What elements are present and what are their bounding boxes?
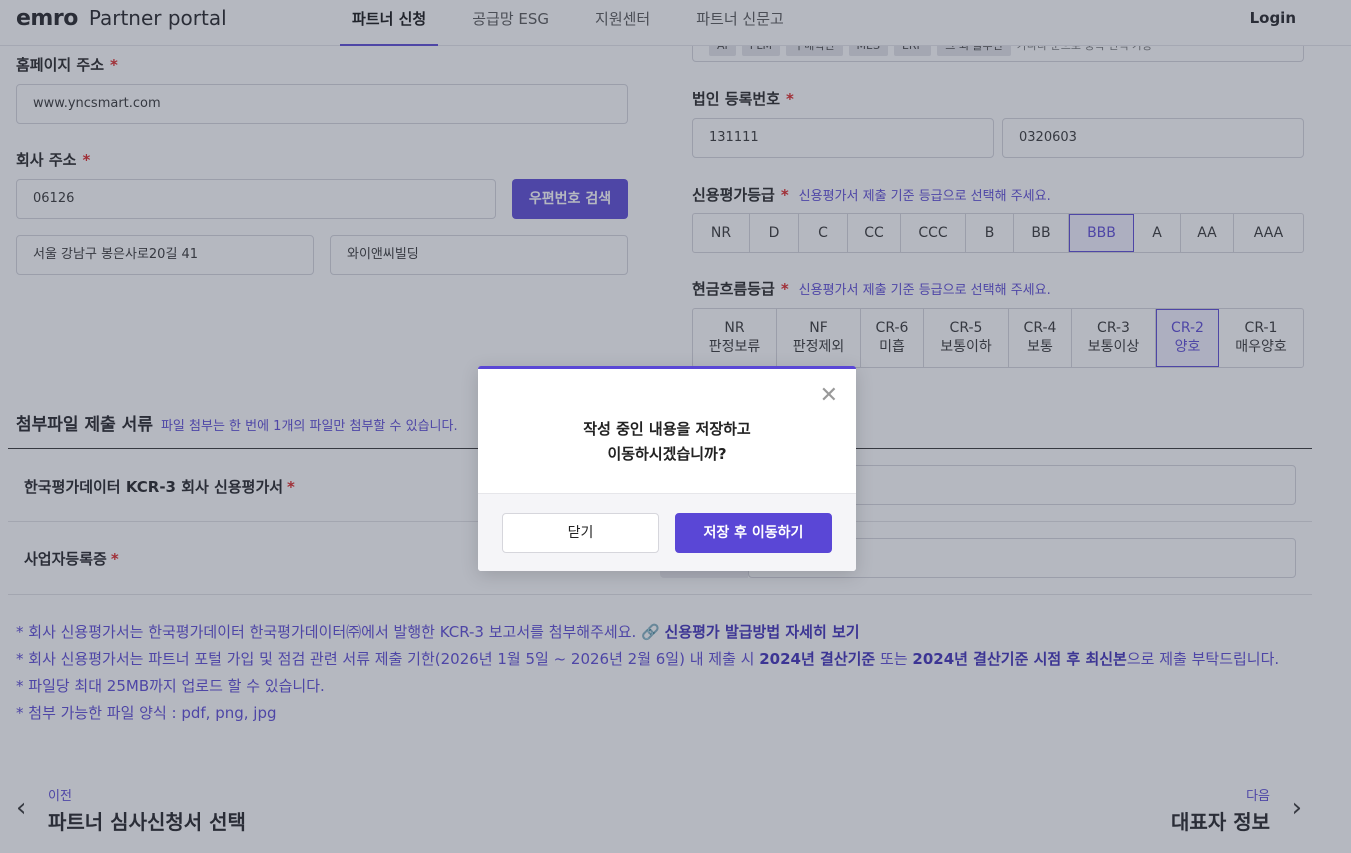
close-icon[interactable]: ✕ <box>820 383 838 408</box>
close-button[interactable]: 닫기 <box>502 513 659 553</box>
dialog-message: 작성 중인 내용을 저장하고 이동하시겠습니까? <box>583 420 751 463</box>
dialog-footer: 닫기 저장 후 이동하기 <box>478 493 856 571</box>
save-and-move-button[interactable]: 저장 후 이동하기 <box>675 513 832 553</box>
save-confirm-dialog: ✕ 작성 중인 내용을 저장하고 이동하시겠습니까? 닫기 저장 후 이동하기 <box>478 366 856 571</box>
